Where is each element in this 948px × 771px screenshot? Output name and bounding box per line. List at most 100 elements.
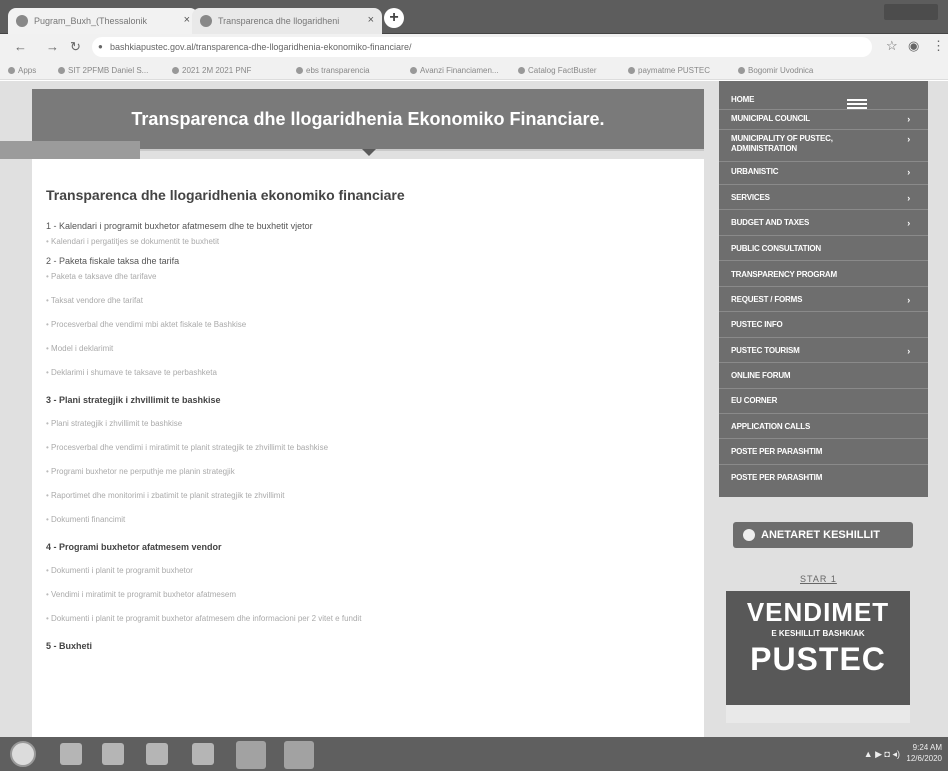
reload-icon[interactable]: ↻ [70,39,81,55]
chevron-right-icon: › [907,295,910,305]
bookmark-icon [738,67,745,74]
menu-item-application-calls[interactable]: APPLICATION CALLS [719,422,928,431]
sidebar-menu: HOME MUNICIPAL COUNCIL › MUNICIPALITY OF … [719,81,928,497]
section-title: 2 - Paketa fiskale taksa dhe tarifa [46,256,180,266]
bookmark-item[interactable]: Apps [8,66,36,75]
menu-item-transparency-program[interactable]: TRANSPARENCY PROGRAM [719,270,928,279]
page-viewport: Transparenca dhe llogaridhenia Ekonomiko… [0,81,948,737]
chevron-right-icon: › [907,218,910,228]
bookmark-item[interactable]: paymatme PUSTEC [628,66,710,75]
document-link[interactable]: Paketa e taksave dhe tarifave [46,272,692,281]
bookmark-icon [296,67,303,74]
outlook-icon[interactable] [146,743,168,765]
page-banner: Transparenca dhe llogaridhenia Ekonomiko… [32,89,704,156]
address-bar[interactable]: ● bashkiapustec.gov.al/transparenca-dhe-… [92,37,872,57]
menu-item-pustec-info[interactable]: PUSTEC INFO [719,320,928,329]
section-title: 1 - Kalendari i programit buxhetor afatm… [46,221,313,231]
tab-close-icon[interactable]: × [368,14,374,26]
menu-dots-icon[interactable]: ⋮ [932,38,945,54]
document-link[interactable]: Programi buxhetor ne perputhje me planin… [46,467,692,476]
banner-title: Transparenca dhe llogaridhenia Ekonomiko… [131,109,605,129]
bookmark-item[interactable]: SIT 2PFMB Daniel S... [58,66,148,75]
new-tab-button[interactable]: + [384,8,404,28]
sponsor-logos-strip [726,705,910,723]
back-arrow-icon[interactable]: ← [14,39,27,54]
page-title: Transparenca dhe llogaridhenia ekonomiko… [46,187,405,203]
tab-label: Transparenca dhe llogaridheni [218,16,340,26]
browser-window: Pugram_Buxh_(Thessalonik × Transparenca … [0,0,948,737]
bookmark-item[interactable]: Catalog FactBuster [518,66,596,75]
star-label[interactable]: STAR 1 [800,574,837,584]
tab-transparency[interactable]: Transparenca dhe llogaridheni × [192,8,382,34]
forward-arrow-icon[interactable]: → [46,39,59,54]
tab-close-icon[interactable]: × [184,14,190,26]
clock-date: 12/6/2020 [906,754,942,763]
banner-town: PUSTEC [750,641,886,677]
section-4: 4 - Programi buxhetor afatmesem vendor D… [46,542,692,623]
profile-icon[interactable]: ◉ [908,38,919,54]
ie-icon[interactable] [60,743,82,765]
menu-item-eu-corner[interactable]: EU CORNER [719,396,928,405]
section-1: 1 - Kalendari i programit buxhetor afatm… [46,221,692,246]
menu-item-municipality[interactable]: MUNICIPALITY OF PUSTEC, ADMINISTRATION › [719,134,928,154]
folder-icon[interactable] [192,743,214,765]
council-members-button[interactable]: ANETARET KESHILLIT [733,522,913,548]
page-ribbon [0,141,140,159]
document-link[interactable]: Procesverbal dhe vendimi mbi aktet fiska… [46,320,692,329]
bookmark-star-icon[interactable]: ☆ [886,38,898,54]
menu-item-public-consultation[interactable]: PUBLIC CONSULTATION [719,244,928,253]
bookmark-icon [410,67,417,74]
council-decisions-banner[interactable]: VENDIMET E KESHILLIT BASHKIAK PUSTEC [726,591,910,723]
tab-favicon-icon [16,15,28,27]
document-link[interactable]: Dokumenti i planit te programit buxhetor [46,566,692,575]
banner-word-vendimet: VENDIMET [746,597,890,627]
bookmark-item[interactable]: Avanzi Financiamen... [410,66,499,75]
menu-item-online-forum[interactable]: ONLINE FORUM [719,371,928,380]
menu-item-poste-per-parashtim-2[interactable]: POSTE PER PARASHTIM [719,473,928,482]
document-link[interactable]: Vendimi i miratimit te programit buxheto… [46,590,692,599]
system-tray[interactable]: ▲ ▶ ◘ ◂) [864,749,900,760]
clock[interactable]: 9:24 AM 12/6/2020 [906,742,942,764]
document-link[interactable]: Taksat vendore dhe tarifat [46,296,692,305]
word-icon[interactable] [284,741,314,769]
media-player-icon[interactable] [102,743,124,765]
bookmark-icon [58,67,65,74]
menu-item-pustec-tourism[interactable]: PUSTEC TOURISM › [719,346,928,356]
bookmark-item[interactable]: ebs transparencia [296,66,370,75]
bookmark-icon [172,67,179,74]
chevron-right-icon: › [907,134,910,144]
menu-item-services[interactable]: SERVICES › [719,193,928,203]
document-link[interactable]: Deklarimi i shumave te taksave te perbas… [46,368,692,377]
taskbar: ▲ ▶ ◘ ◂) 9:24 AM 12/6/2020 [0,737,948,771]
document-link[interactable]: Procesverbal dhe vendimi i miratimit te … [46,443,692,452]
document-link[interactable]: Plani strategjik i zhvillimit te bashkis… [46,419,692,428]
section-3: 3 - Plani strategjik i zhvillimit te bas… [46,395,692,524]
section-title: 3 - Plani strategjik i zhvillimit te bas… [46,395,221,405]
bookmark-icon [628,67,635,74]
hamburger-icon[interactable] [847,99,867,109]
menu-item-home[interactable]: HOME [719,95,928,104]
bookmark-icon [8,67,15,74]
menu-item-municipal-council[interactable]: MUNICIPAL COUNCIL › [719,114,928,124]
bookmark-item[interactable]: 2021 2M 2021 PNF [172,66,251,75]
document-link[interactable]: Model i deklarimit [46,344,692,353]
window-controls[interactable] [884,4,938,20]
document-link[interactable]: Dokumenti i planit te programit buxhetor… [46,614,692,623]
menu-item-poste-per-parashtim[interactable]: POSTE PER PARASHTIM [719,447,928,456]
menu-item-request-forms[interactable]: REQUEST / FORMS › [719,295,928,305]
section-5: 5 - Buxheti [46,641,692,651]
tab-strip: Pugram_Buxh_(Thessalonik × Transparenca … [0,0,948,34]
bookmark-item[interactable]: Bogomir Uvodnica [738,66,813,75]
main-content: Transparenca dhe llogaridhenia ekonomiko… [32,159,704,737]
document-link[interactable]: Kalendari i pergatitjes se dokumentit te… [46,237,692,246]
chrome-icon[interactable] [236,741,266,769]
menu-item-budget-taxes[interactable]: BUDGET AND TAXES › [719,218,928,228]
chevron-right-icon: › [907,114,910,124]
tab-budget-program[interactable]: Pugram_Buxh_(Thessalonik × [8,8,198,34]
address-text: bashkiapustec.gov.al/transparenca-dhe-ll… [110,42,412,52]
menu-item-urbanistic[interactable]: URBANISTIC › [719,167,928,177]
chevron-right-icon: › [907,346,910,356]
document-link[interactable]: Raportimet dhe monitorimi i zbatimit te … [46,491,692,500]
document-link[interactable]: Dokumenti financimit [46,515,692,524]
start-button[interactable] [10,741,36,767]
